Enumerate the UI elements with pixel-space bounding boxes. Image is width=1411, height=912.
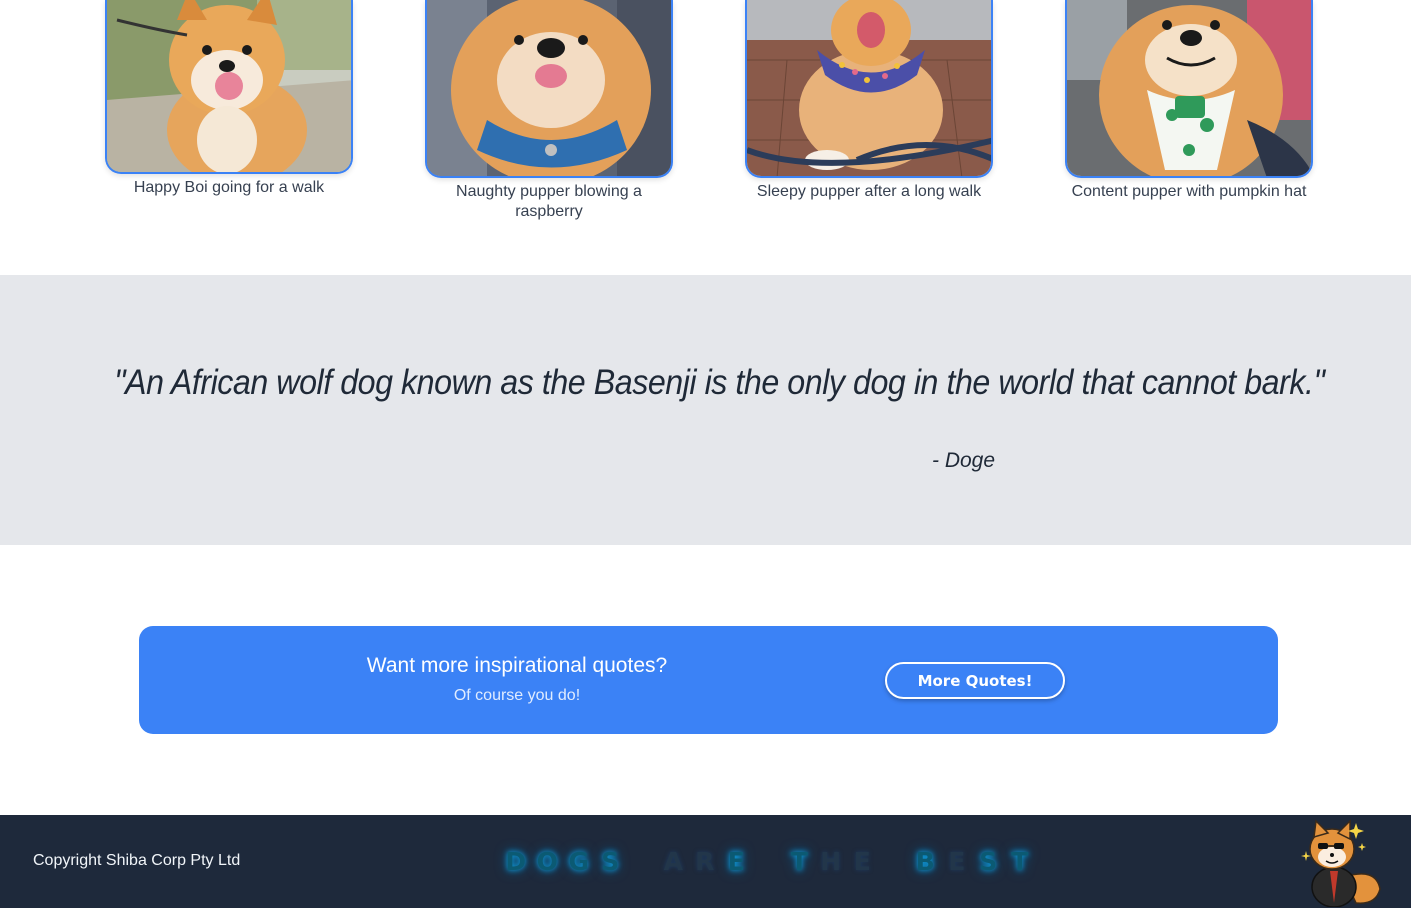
gallery-card[interactable]: Happy Boi going for a walk (104, 0, 354, 198)
neon-letter: B (915, 847, 935, 876)
gallery-card[interactable]: Naughty pupper blowing a raspberry (424, 0, 674, 222)
copyright-text: Copyright Shiba Corp Pty Ltd (33, 852, 241, 869)
neon-letter: O (536, 847, 558, 876)
photo-gallery: Happy Boi going for a walk Naughty puppe… (0, 0, 1411, 275)
neon-letter: R (695, 847, 715, 876)
photo-caption: Sleepy pupper after a long walk (756, 183, 982, 200)
footer: Copyright Shiba Corp Pty Ltd D O G S A R… (0, 815, 1411, 908)
dog-photo[interactable] (425, 0, 673, 178)
neon-letter: S (979, 847, 998, 876)
photo-caption: Naughty pupper blowing a raspberry (456, 183, 642, 220)
gallery-card[interactable]: Content pupper with pumpkin hat (1064, 0, 1314, 202)
neon-letter (752, 847, 784, 876)
neon-letter (626, 847, 658, 876)
dog-photo[interactable] (745, 0, 993, 178)
neon-letter: E (948, 847, 966, 876)
cta-subtitle: Of course you do! (453, 687, 581, 704)
more-quotes-banner: Want more inspirational quotes? Of cours… (139, 626, 1278, 734)
neon-letter: T (790, 847, 808, 876)
neon-letter: E (853, 847, 871, 876)
neon-letter: E (727, 847, 745, 876)
neon-letter: T (1011, 847, 1029, 876)
cta-title: Want more inspirational quotes? (366, 654, 668, 677)
neon-letter: D (505, 847, 527, 876)
neon-sign: D O G S A R E T H E B E S T (500, 847, 1036, 876)
photo-caption: Happy Boi going for a walk (133, 179, 325, 196)
neon-letter: A (663, 847, 683, 876)
quote-author: - Doge (932, 449, 996, 472)
shiba-mascot-icon (1296, 817, 1384, 908)
quote-section: "An African wolf dog known as the Basenj… (0, 275, 1411, 545)
neon-letter (878, 847, 910, 876)
dog-photo[interactable] (105, 0, 353, 174)
neon-letter: G (568, 847, 590, 876)
quote-text: "An African wolf dog known as the Basenj… (114, 363, 1325, 402)
photo-caption: Content pupper with pumpkin hat (1071, 183, 1307, 200)
more-quotes-button[interactable]: More Quotes! (885, 662, 1065, 699)
dog-photo[interactable] (1065, 0, 1313, 178)
gallery-card[interactable]: Sleepy pupper after a long walk (744, 0, 994, 202)
neon-letter: S (601, 847, 620, 876)
neon-letter: H (820, 847, 842, 876)
